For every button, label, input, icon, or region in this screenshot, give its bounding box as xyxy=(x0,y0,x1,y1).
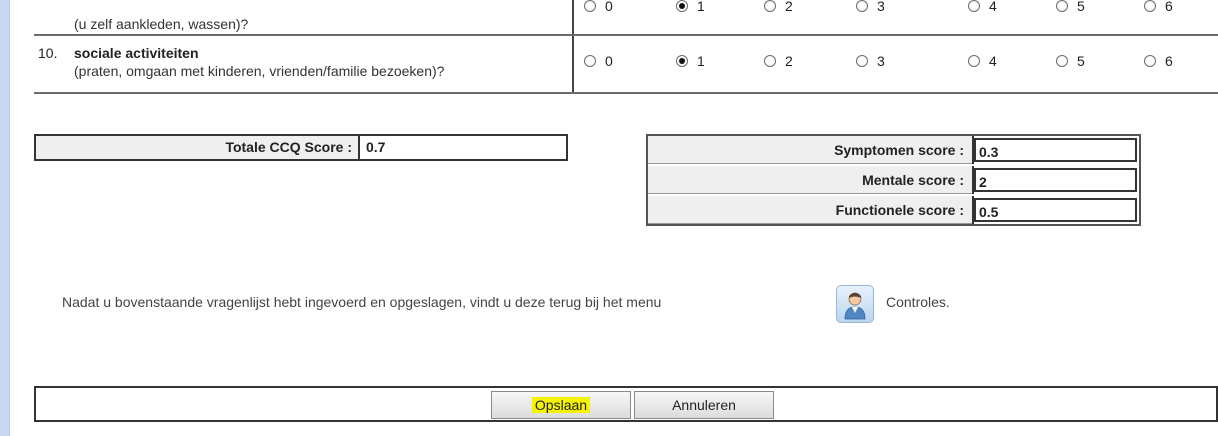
radio-button[interactable] xyxy=(584,55,596,67)
info-text: Nadat u bovenstaande vragenlijst hebt in… xyxy=(62,294,662,310)
radio-button[interactable] xyxy=(968,0,980,12)
option-1[interactable]: 1 xyxy=(676,53,705,69)
save-button[interactable]: Opslaan xyxy=(491,391,631,419)
option-0[interactable]: 0 xyxy=(584,53,613,69)
question-row-10: 10. sociale activiteiten (praten, omgaan… xyxy=(34,36,1218,94)
option-2[interactable]: 2 xyxy=(764,53,793,69)
option-1[interactable]: 1 xyxy=(676,0,705,14)
question-title: sociale activiteiten xyxy=(74,45,199,61)
radio-button[interactable] xyxy=(1144,0,1156,12)
total-score-label: Totale CCQ Score : xyxy=(36,136,360,159)
left-accent-line xyxy=(9,0,10,436)
option-0[interactable]: 0 xyxy=(584,0,613,14)
score-label: Mentale score : xyxy=(648,166,972,194)
score-value: 2 xyxy=(974,168,1137,192)
question-subtitle: (u zelf aankleden, wassen)? xyxy=(74,16,249,32)
option-6[interactable]: 6 xyxy=(1144,53,1173,69)
radio-button-selected[interactable] xyxy=(676,0,688,12)
save-button-label: Opslaan xyxy=(531,397,591,413)
score-value: 0.3 xyxy=(974,138,1137,162)
radio-button[interactable] xyxy=(968,55,980,67)
option-3[interactable]: 3 xyxy=(856,0,885,14)
controles-person-icon xyxy=(836,285,874,323)
radio-button[interactable] xyxy=(764,0,776,12)
score-row-mentale: Mentale score : 2 xyxy=(648,166,1139,194)
score-value: 0.5 xyxy=(974,198,1137,222)
score-label: Symptomen score : xyxy=(648,136,972,164)
question-text-cell: 10. sociale activiteiten (praten, omgaan… xyxy=(34,36,574,92)
radio-button[interactable] xyxy=(856,0,868,12)
radio-button[interactable] xyxy=(1056,0,1068,12)
total-score-value: 0.7 xyxy=(366,139,386,155)
option-4[interactable]: 4 xyxy=(968,53,997,69)
left-accent-strip xyxy=(0,0,9,436)
option-5[interactable]: 5 xyxy=(1056,0,1085,14)
score-label: Functionele score : xyxy=(648,196,972,224)
radio-button[interactable] xyxy=(1056,55,1068,67)
option-5[interactable]: 5 xyxy=(1056,53,1085,69)
option-6[interactable]: 6 xyxy=(1144,0,1173,14)
question-subtitle: (praten, omgaan met kinderen, vrienden/f… xyxy=(74,63,445,79)
radio-button[interactable] xyxy=(856,55,868,67)
score-row-functionele: Functionele score : 0.5 xyxy=(648,196,1139,224)
menu-label-controles: Controles. xyxy=(886,294,950,310)
total-ccq-score: Totale CCQ Score : 0.7 xyxy=(34,134,568,161)
radio-button[interactable] xyxy=(764,55,776,67)
person-icon xyxy=(844,292,866,320)
question-number: 10. xyxy=(38,45,58,61)
subscores-table: Symptomen score : 0.3 Mentale score : 2 … xyxy=(646,134,1141,226)
cancel-button[interactable]: Annuleren xyxy=(634,391,774,419)
question-text-cell: (u zelf aankleden, wassen)? xyxy=(34,0,574,34)
question-row-9: (u zelf aankleden, wassen)? 0 1 2 3 4 5 … xyxy=(34,0,1218,36)
button-bar: Opslaan Annuleren xyxy=(34,386,1218,422)
option-3[interactable]: 3 xyxy=(856,53,885,69)
option-4[interactable]: 4 xyxy=(968,0,997,14)
radio-button[interactable] xyxy=(1144,55,1156,67)
radio-button-selected[interactable] xyxy=(676,55,688,67)
radio-button[interactable] xyxy=(584,0,596,12)
option-2[interactable]: 2 xyxy=(764,0,793,14)
score-row-symptomen: Symptomen score : 0.3 xyxy=(648,136,1139,164)
